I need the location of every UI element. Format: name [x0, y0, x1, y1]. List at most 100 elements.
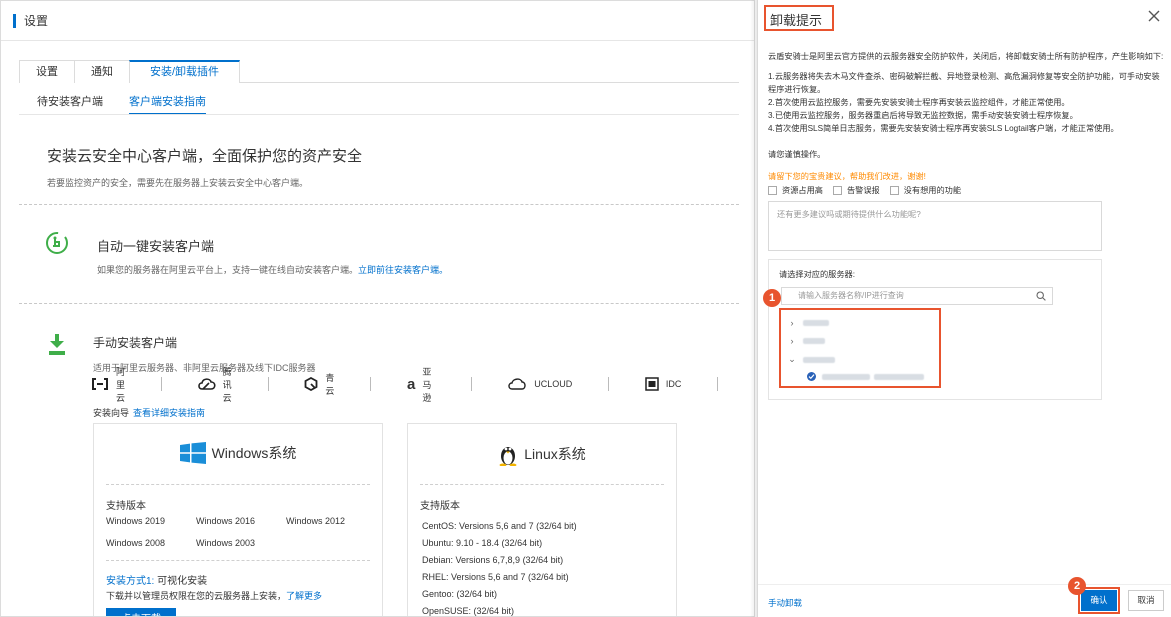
server-tree: › › ⌄: [779, 308, 941, 388]
page-title: 设置: [24, 14, 49, 28]
amazon-icon: a: [407, 375, 416, 393]
install-guide: 安装向导 查看详细安装指南: [93, 406, 205, 419]
windows-version: Windows 2003: [196, 538, 256, 548]
chevron-right-icon[interactable]: ›: [787, 318, 797, 328]
feedback-prompt: 请留下您的宝贵建议，帮助我们改进，谢谢!: [768, 172, 926, 181]
vendor-separator: [370, 377, 372, 391]
ucloud-icon: [507, 378, 527, 390]
subtab-install-guide[interactable]: 客户端安装指南: [129, 95, 206, 115]
tree-node[interactable]: ›: [787, 318, 829, 328]
windows-version: Windows 2008: [106, 538, 166, 548]
server-select-panel: 请选择对应的服务器: 请输入服务器名称/IP进行查询 › › ⌄: [768, 259, 1102, 400]
hero-subtitle: 若要监控资产的安全，需要先在服务器上安装云安全中心客户端。: [47, 178, 309, 188]
tab-install-uninstall-plugin[interactable]: 安装/卸载插件: [129, 60, 241, 83]
vendor-label: UCLOUD: [534, 379, 573, 389]
vendor-label: IDC: [665, 379, 682, 389]
search-placeholder: 请输入服务器名称/IP进行查询: [798, 291, 904, 300]
checkbox-box: [768, 185, 777, 195]
windows-version-list: Windows 2019 Windows 2016 Windows 2012 W…: [106, 516, 376, 548]
manual-uninstall-link[interactable]: 手动卸载: [768, 597, 802, 609]
vendor-separator: [470, 377, 472, 391]
windows-version: Windows 2019: [106, 516, 166, 526]
reason-label: 告警误报: [846, 186, 880, 195]
blurred-server-name: [822, 373, 870, 380]
install-mode-desc-text: 下载并以管理员权限在您的云服务器上安装，: [106, 591, 287, 601]
install-guide-link[interactable]: 查看详细安装指南: [133, 408, 205, 418]
linux-title: Linux系统: [524, 446, 586, 462]
page-header: 设置: [1, 1, 754, 41]
vendor-separator: [161, 377, 162, 391]
install-mode-label: 安装方式1:: [106, 576, 155, 587]
windows-version: Windows 2016: [196, 516, 256, 526]
aliyun-icon: [91, 378, 109, 390]
server-search-input[interactable]: 请输入服务器名称/IP进行查询: [781, 287, 1053, 305]
uninstall-drawer: 卸载提示 云盾安骑士是阿里云官方提供的云服务器安全防护软件，关闭后，将卸载安骑士…: [757, 0, 1171, 617]
section-divider: [19, 204, 739, 205]
reason-checkbox[interactable]: 没有想用的功能: [889, 184, 962, 196]
linux-version: CentOS: Versions 5,6 and 7 (32/64 bit): [422, 521, 577, 531]
tree-node[interactable]: ›: [787, 336, 825, 346]
windows-card-header: Windows系统: [94, 442, 382, 464]
auto-install-desc: 如果您的服务器在阿里云平台上，支持一键在线自动安装客户端。立即前往安装客户端。: [97, 263, 448, 276]
vendor-list: 阿里云 腾讯云 青云 a 亚马逊 UCLOUD IDC: [91, 367, 754, 403]
vendor-label: 亚马逊: [422, 366, 432, 403]
impact-item: 3.已使用云监控服务，服务器重启后将导致无监控数据，需手动安装安骑士程序恢复。: [768, 111, 1078, 120]
windows-versions-label: 支持版本: [106, 501, 146, 512]
windows-icon: [179, 442, 206, 464]
feedback-textarea[interactable]: 还有更多建议吗或期待提供什么功能呢?: [768, 201, 1102, 251]
install-mode-value: 可视化安装: [157, 576, 208, 587]
subtabs-divider: [19, 114, 739, 115]
step-marker-2: 2: [1068, 577, 1086, 595]
tab-settings[interactable]: 设置: [19, 60, 75, 83]
vendor-aliyun[interactable]: 阿里云: [91, 365, 125, 404]
tree-node[interactable]: ⌄: [787, 354, 835, 365]
go-install-link[interactable]: 立即前往安装客户端。: [358, 265, 448, 275]
server-select-label: 请选择对应的服务器:: [779, 270, 855, 279]
blurred-server-group: [803, 356, 835, 363]
tencent-cloud-icon: [197, 377, 216, 391]
checkbox-box: [889, 185, 899, 195]
step-marker-1: 1: [763, 289, 781, 307]
download-button[interactable]: 点击下载: [106, 608, 176, 616]
auto-install-icon: [46, 232, 68, 254]
hero-title: 安装云安全中心客户端，全面保护您的资产安全: [47, 148, 363, 165]
vendor-separator: [717, 377, 719, 391]
uninstall-impact-text: 云盾安骑士是阿里云官方提供的云服务器安全防护软件，关闭后，将卸载安骑士所有防护程…: [768, 50, 1164, 135]
footer-divider: [758, 584, 1171, 585]
linux-version: Ubuntu: 9.10 - 18.4 (32/64 bit): [422, 538, 543, 548]
tree-leaf[interactable]: [807, 372, 924, 381]
reason-checkbox[interactable]: 资源占用高: [768, 184, 823, 196]
checked-icon[interactable]: [807, 372, 816, 381]
auto-install-title: 自动一键安装客户端: [97, 239, 215, 254]
reason-checkbox[interactable]: 告警误报: [832, 184, 880, 196]
subtab-pending-clients[interactable]: 待安装客户端: [37, 95, 103, 115]
section-divider: [19, 303, 739, 304]
settings-tabs: 设置 通知 安装/卸载插件: [19, 60, 739, 83]
linux-tux-icon: [498, 442, 518, 466]
vendor-tencent[interactable]: 腾讯云: [197, 365, 232, 404]
linux-version: Debian: Versions 6,7,8,9 (32/64 bit): [422, 555, 564, 565]
vendor-label: 青云: [325, 373, 335, 396]
learn-more-link[interactable]: 了解更多: [286, 591, 322, 601]
windows-title: Windows系统: [211, 445, 297, 461]
close-icon[interactable]: [1147, 9, 1161, 23]
linux-version-list: CentOS: Versions 5,6 and 7 (32/64 bit) U…: [422, 518, 577, 616]
install-mode-desc: 下载并以管理员权限在您的云服务器上安装，了解更多: [106, 589, 322, 602]
windows-card: Windows系统 支持版本 Windows 2019 Windows 2016…: [93, 423, 383, 616]
cancel-button[interactable]: 取消: [1128, 590, 1164, 611]
vendor-amazon[interactable]: a 亚马逊: [407, 365, 435, 404]
chevron-down-icon[interactable]: ⌄: [787, 354, 797, 365]
chevron-right-icon[interactable]: ›: [787, 336, 797, 346]
vendor-ucloud[interactable]: UCLOUD: [507, 378, 572, 390]
search-icon[interactable]: [1036, 291, 1046, 301]
confirm-button[interactable]: 确认: [1081, 590, 1117, 611]
vendor-separator: [608, 377, 609, 391]
vendor-qingcloud[interactable]: 青云: [304, 371, 334, 397]
auto-install-desc-text: 如果您的服务器在阿里云平台上，支持一键在线自动安装客户端。: [97, 265, 359, 275]
vendor-idc[interactable]: IDC: [645, 377, 682, 391]
card-divider: [106, 560, 370, 561]
idc-icon: [645, 377, 659, 391]
reason-label: 没有想用的功能: [903, 186, 962, 195]
card-divider: [106, 484, 370, 485]
tab-notifications[interactable]: 通知: [74, 60, 130, 83]
